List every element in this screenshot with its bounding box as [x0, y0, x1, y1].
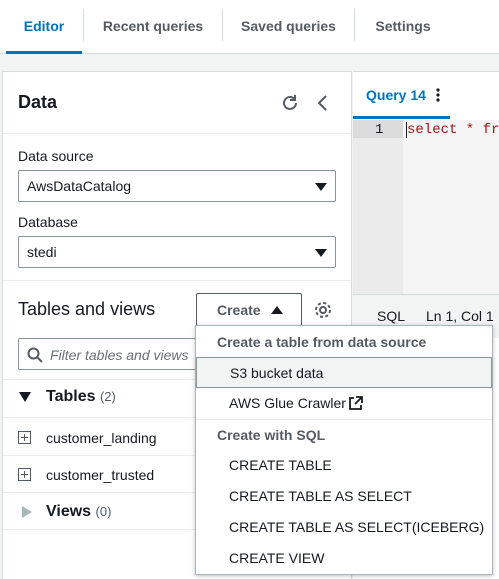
tables-count: (2)	[99, 389, 116, 404]
data-source-select[interactable]: AwsDataCatalog	[18, 170, 336, 202]
table-item-customer-landing[interactable]: customer_landing	[46, 430, 157, 446]
panel-title: Data	[18, 92, 58, 112]
caret-down-icon	[315, 183, 327, 191]
query-tab[interactable]: Query 14	[366, 87, 426, 103]
expand-icon[interactable]	[18, 468, 31, 481]
more-vertical-icon[interactable]	[435, 87, 441, 103]
tab-saved-queries[interactable]: Saved queries	[223, 0, 354, 53]
expand-icon[interactable]	[18, 431, 31, 444]
database-value: stedi	[27, 244, 57, 260]
code-line: select * fr	[407, 122, 499, 138]
menu-item-s3-bucket-data[interactable]: S3 bucket data	[196, 357, 492, 388]
gear-icon[interactable]	[311, 298, 335, 322]
row-divider	[3, 529, 195, 530]
menu-item-create-table[interactable]: CREATE TABLE	[196, 450, 492, 481]
active-tab-indicator	[353, 116, 450, 119]
tables-group-header[interactable]: Tables (2)	[46, 388, 116, 406]
caret-up-icon	[271, 306, 283, 314]
tables-and-views-title: Tables and views	[18, 299, 156, 319]
database-select[interactable]: stedi	[18, 236, 336, 268]
create-button[interactable]: Create	[196, 293, 302, 326]
tables-title: Tables	[46, 388, 96, 405]
external-link-icon	[349, 396, 363, 410]
row-divider	[3, 417, 195, 418]
data-source-value: AwsDataCatalog	[27, 178, 132, 194]
create-dropdown-menu: Create a table from data source S3 bucke…	[195, 325, 493, 575]
caret-down-icon	[315, 249, 327, 257]
menu-group-data-source: Create a table from data source	[217, 334, 427, 350]
section-divider	[3, 280, 351, 281]
create-label: Create	[217, 302, 261, 318]
row-divider	[3, 492, 195, 493]
menu-item-label: CREATE TABLE AS SELECT(ICEBERG)	[229, 519, 485, 535]
query-tab-label: Query 14	[366, 87, 426, 103]
menu-item-label: CREATE TABLE AS SELECT	[229, 488, 412, 504]
filter-input[interactable]: Filter tables and views	[18, 338, 218, 370]
menu-item-label: CREATE TABLE	[229, 457, 332, 473]
menu-item-label: AWS Glue Crawler	[229, 395, 346, 411]
caret-collapsed-icon[interactable]	[22, 506, 32, 518]
line-number: 1	[375, 122, 384, 138]
views-title: Views	[46, 503, 92, 520]
row-divider	[3, 455, 195, 456]
menu-group-sql: Create with SQL	[217, 427, 326, 443]
tab-editor[interactable]: Editor	[6, 0, 82, 54]
caret-expanded-icon[interactable]	[19, 392, 31, 402]
refresh-icon[interactable]	[278, 91, 302, 115]
chevron-left-icon[interactable]	[311, 91, 335, 115]
data-source-label: Data source	[18, 148, 94, 164]
database-label: Database	[18, 214, 78, 230]
row-divider	[3, 379, 195, 380]
menu-item-create-view[interactable]: CREATE VIEW	[196, 543, 492, 574]
menu-item-label: S3 bucket data	[230, 365, 324, 381]
status-cursor-position: Ln 1, Col 1	[426, 308, 494, 324]
views-group-header[interactable]: Views (0)	[46, 503, 111, 521]
code-editor[interactable]: 1 select * fr	[353, 120, 499, 294]
search-icon	[27, 347, 43, 363]
table-item-customer-trusted[interactable]: customer_trusted	[46, 467, 154, 483]
menu-item-create-table-as-select-iceberg[interactable]: CREATE TABLE AS SELECT(ICEBERG)	[196, 512, 492, 543]
top-tabs: Editor Recent queries Saved queries Sett…	[0, 0, 499, 54]
panel-header: Data	[3, 72, 351, 134]
menu-item-aws-glue-crawler[interactable]: AWS Glue Crawler	[196, 388, 492, 419]
status-language: SQL	[377, 308, 406, 324]
filter-placeholder: Filter tables and views	[50, 347, 189, 363]
tab-settings[interactable]: Settings	[355, 0, 451, 53]
line-gutter: 1	[353, 120, 403, 294]
menu-divider	[196, 419, 492, 420]
menu-item-label: CREATE VIEW	[229, 550, 325, 566]
views-count: (0)	[95, 504, 112, 519]
menu-item-create-table-as-select[interactable]: CREATE TABLE AS SELECT	[196, 481, 492, 512]
tab-recent-queries[interactable]: Recent queries	[84, 0, 222, 53]
